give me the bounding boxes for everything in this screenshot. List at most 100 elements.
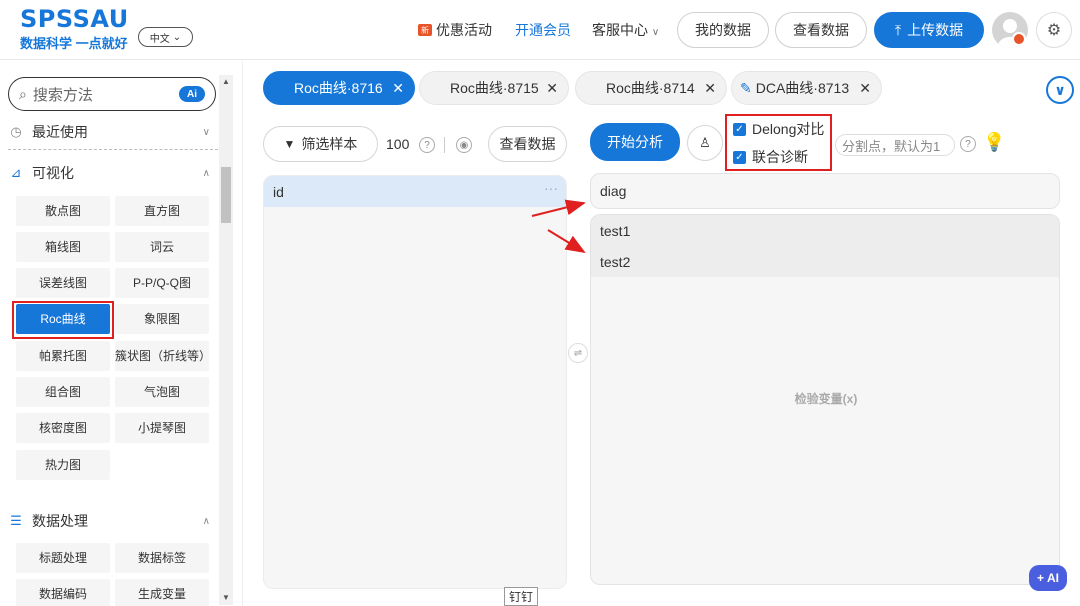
analysis-tab[interactable]: Roc曲线·8716 ✕ <box>263 71 415 105</box>
variable-name: id <box>273 183 284 200</box>
view-data-toolbar-button[interactable]: 查看数据 <box>488 126 567 162</box>
data-method-button[interactable]: 标题处理 <box>16 543 110 573</box>
method-search-input[interactable]: ⌕ 搜索方法 Ai <box>8 77 216 111</box>
broom-icon: ♙ <box>699 135 711 150</box>
more-icon[interactable]: ··· <box>544 180 558 196</box>
app-header: SPSSAU 数据科学 一点就好 中文 ⌄ 新 优惠活动 开通会员 客服中心 ∨… <box>0 0 1080 60</box>
sidebar-data-processing[interactable]: ☰ 数据处理 ∧ <box>8 507 216 535</box>
my-data-button[interactable]: 我的数据 <box>677 12 769 48</box>
chart-method-button[interactable]: 小提琴图 <box>115 413 209 443</box>
tabs-expand-button[interactable]: ∨ <box>1046 76 1074 104</box>
tab-label: Roc曲线·8715 <box>450 80 539 96</box>
filter-icon: ▼ <box>283 137 296 151</box>
upload-icon: ⤒ <box>894 21 902 38</box>
chart-method-button[interactable]: 象限图 <box>115 304 209 334</box>
chart-method-button[interactable]: 词云 <box>115 232 209 262</box>
gift-icon: 新 <box>418 24 432 36</box>
help-icon[interactable]: ? <box>419 137 435 153</box>
chart-method-button[interactable]: 帕累托图 <box>16 341 110 371</box>
chart-method-button[interactable]: 散点图 <box>16 196 110 226</box>
state-variable-dropzone[interactable]: diag <box>590 173 1060 209</box>
chart-method-button[interactable]: 热力图 <box>16 450 110 480</box>
scroll-up-icon[interactable]: ▲ <box>221 77 231 86</box>
logo-slogan: 数据科学 一点就好 <box>20 36 128 51</box>
ai-search-badge[interactable]: Ai <box>179 86 205 102</box>
test-variable-item[interactable]: test2 <box>591 246 1059 277</box>
variable-list-panel[interactable]: id ··· <box>263 175 567 589</box>
close-icon[interactable]: ✕ <box>392 80 404 97</box>
chevron-down-icon: ∨ <box>202 126 210 138</box>
swap-icon: ⇌ <box>573 347 583 359</box>
chart-method-button[interactable]: 核密度图 <box>16 413 110 443</box>
chevron-down-icon: ∨ <box>1054 81 1066 98</box>
data-method-button[interactable]: 生成变量 <box>115 579 209 606</box>
close-icon[interactable]: ✕ <box>704 80 716 97</box>
swap-button[interactable]: ⇌ <box>568 343 588 363</box>
help-icon[interactable]: ? <box>960 136 976 152</box>
upload-data-label: 上传数据 <box>907 22 964 38</box>
nav-promotions[interactable]: 新 优惠活动 <box>418 20 492 40</box>
database-icon: ☰ <box>10 513 22 528</box>
chart-method-button[interactable]: 直方图 <box>115 196 209 226</box>
nav-service-label: 客服中心 <box>592 22 648 38</box>
ai-assistant-button[interactable]: + AI <box>1029 565 1067 591</box>
logo[interactable]: SPSSAU <box>20 6 129 32</box>
start-analysis-button[interactable]: 开始分析 <box>590 123 680 161</box>
language-label: 中文 <box>149 33 170 45</box>
scroll-down-icon[interactable]: ▼ <box>221 593 231 602</box>
filter-samples-button[interactable]: ▼ 筛选样本 <box>263 126 378 162</box>
pin-label[interactable]: 钉钉 <box>504 587 538 606</box>
test-variable-item[interactable]: test1 <box>591 215 1059 246</box>
clean-button[interactable]: ♙ <box>687 125 723 161</box>
sidebar-recent[interactable]: ◷ 最近使用 ∨ <box>8 118 216 146</box>
nav-membership[interactable]: 开通会员 <box>515 20 571 40</box>
cutoff-input[interactable]: 分割点，默认为1 <box>835 134 955 156</box>
chevron-up-icon: ∧ <box>202 167 210 179</box>
nav-customer-service[interactable]: 客服中心 ∨ <box>592 20 659 40</box>
chart-method-button[interactable]: 组合图 <box>16 377 110 407</box>
analysis-tab[interactable]: Roc曲线·8714 ✕ <box>575 71 727 105</box>
analysis-tab[interactable]: Roc曲线·8715 ✕ <box>419 71 569 105</box>
sidebar-visualization[interactable]: ⊿ 可视化 ∧ <box>8 159 216 187</box>
scroll-thumb[interactable] <box>221 167 231 223</box>
chart-method-button[interactable]: 箱线图 <box>16 232 110 262</box>
highlight-box-options <box>725 114 832 171</box>
data-method-button[interactable]: 数据标签 <box>115 543 209 573</box>
test-variable-name: test2 <box>600 253 631 270</box>
analysis-tab[interactable]: ✎ DCA曲线·8713 ✕ <box>731 71 882 105</box>
nav-promotions-label: 优惠活动 <box>436 22 492 38</box>
settings-button[interactable]: ⚙ <box>1036 12 1072 48</box>
chevron-down-icon: ⌄ <box>172 31 182 43</box>
chevron-down-icon: ∨ <box>651 27 660 38</box>
divider <box>444 137 445 153</box>
tab-label: Roc曲线·8714 <box>606 80 695 96</box>
state-variable-name: diag <box>600 183 627 199</box>
edit-icon: ✎ <box>740 79 752 96</box>
variable-item[interactable]: id ··· <box>264 176 566 207</box>
sample-count: 100 <box>386 136 410 152</box>
close-icon[interactable]: ✕ <box>859 80 871 97</box>
target-icon[interactable]: ◉ <box>456 137 472 153</box>
data-method-button[interactable]: 数据编码 <box>16 579 110 606</box>
tab-label: DCA曲线·8713 <box>755 80 850 96</box>
sidebar-scrollbar[interactable]: ▲ ▼ <box>219 75 233 605</box>
view-data-button[interactable]: 查看数据 <box>775 12 867 48</box>
sidebar-recent-label: 最近使用 <box>32 124 88 140</box>
chart-method-button[interactable]: 簇状图（折线等） <box>115 341 211 371</box>
test-variable-dropzone[interactable]: test1 test2 检验变量(x) <box>590 214 1060 585</box>
filter-samples-label: 筛选样本 <box>301 136 358 152</box>
chart-icon: ⊿ <box>10 165 22 180</box>
lightbulb-icon[interactable]: 💡 <box>983 132 1005 153</box>
test-variable-placeholder: 检验变量(x) <box>794 392 858 406</box>
chart-method-button[interactable]: 误差线图 <box>16 268 110 298</box>
close-icon[interactable]: ✕ <box>546 80 558 97</box>
chevron-up-icon: ∧ <box>202 515 210 527</box>
sidebar-visualization-label: 可视化 <box>32 165 74 181</box>
search-icon: ⌕ <box>19 85 27 102</box>
gear-icon: ⚙ <box>1046 22 1062 39</box>
chart-method-button[interactable]: P-P/Q-Q图 <box>115 268 209 298</box>
upload-data-button[interactable]: ⤒ 上传数据 <box>874 12 984 48</box>
chart-method-button[interactable]: 气泡图 <box>115 377 209 407</box>
test-variable-name: test1 <box>600 222 631 239</box>
language-switch[interactable]: 中文 ⌄ <box>138 27 193 47</box>
